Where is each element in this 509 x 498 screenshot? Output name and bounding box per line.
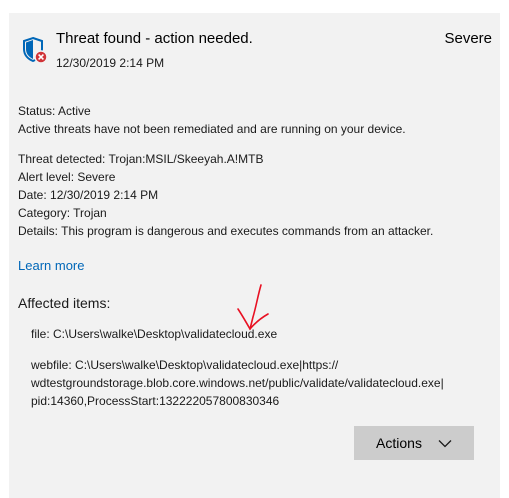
chevron-down-icon [438, 439, 452, 447]
threat-details: Details: This program is dangerous and e… [18, 224, 434, 238]
threat-date: Date: 12/30/2019 2:14 PM [18, 188, 159, 202]
affected-webfile: webfile: C:\Users\walke\Desktop\validate… [31, 356, 444, 410]
severity-label: Severe [444, 30, 492, 47]
threat-detected: Threat detected: Trojan:MSIL/Skeeyah.A!M… [18, 152, 264, 166]
learn-more-link[interactable]: Learn more [18, 258, 84, 273]
alert-level: Alert level: Severe [18, 170, 116, 184]
threat-category: Category: Trojan [18, 206, 107, 220]
threat-timestamp: 12/30/2019 2:14 PM [56, 56, 165, 70]
red-arrow-annotation [237, 284, 269, 331]
threat-title: Threat found - action needed. [56, 30, 253, 47]
webfile-line: wdtestgroundstorage.blob.core.windows.ne… [31, 376, 444, 390]
webfile-line: pid:14360,ProcessStart:13222205780083034… [31, 394, 280, 408]
webfile-line: webfile: C:\Users\walke\Desktop\validate… [31, 358, 339, 372]
status-line: Status: Active [18, 104, 91, 118]
status-section: Status: Active Active threats have not b… [18, 102, 406, 138]
shield-error-icon [23, 36, 48, 64]
actions-label: Actions [376, 435, 422, 451]
actions-button[interactable]: Actions [354, 426, 474, 460]
threat-info-section: Threat detected: Trojan:MSIL/Skeeyah.A!M… [18, 150, 433, 240]
affected-items-heading: Affected items: [18, 295, 111, 311]
status-description: Active threats have not been remediated … [18, 122, 406, 136]
threat-details-card: Threat found - action needed. Severe 12/… [9, 13, 500, 498]
